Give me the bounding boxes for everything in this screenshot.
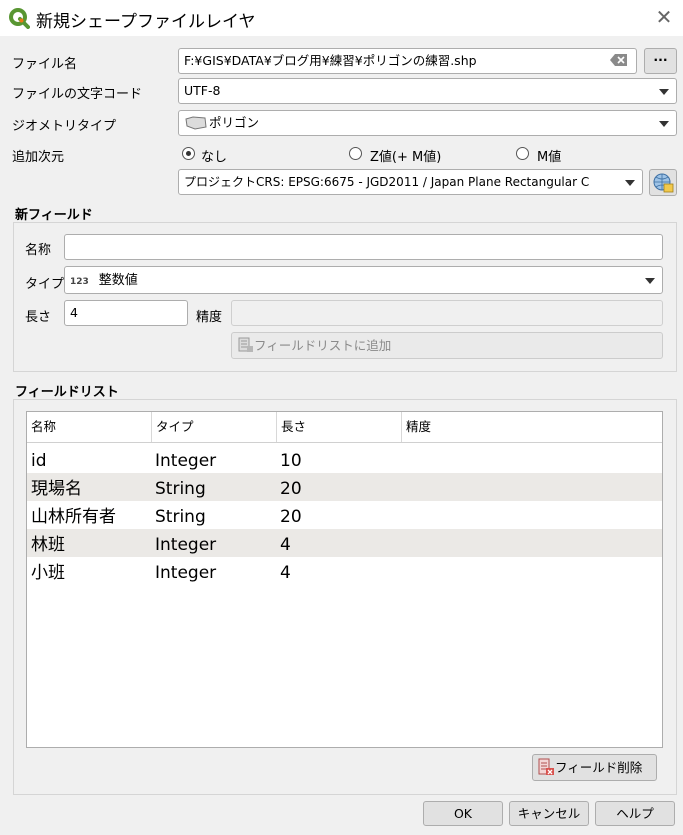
field-length-input[interactable]: 4 [64, 300, 188, 326]
help-button[interactable]: ヘルプ [595, 801, 675, 826]
dimensions-label: 追加次元 [12, 150, 65, 165]
encoding-value: UTF-8 [184, 83, 221, 98]
cell-type: Integer [155, 563, 217, 583]
field-list-table[interactable]: 名称 タイプ 長さ 精度 id Integer 10 現場名 String 20… [26, 411, 663, 748]
radio-dim-zm[interactable] [349, 147, 362, 160]
cell-type: String [155, 507, 206, 527]
geometry-label: ジオメトリタイプ [12, 119, 117, 134]
cell-name: id [31, 451, 47, 471]
radio-dim-zm-label: Z値(+ M値) [370, 150, 442, 165]
add-field-icon [238, 337, 253, 352]
crs-select-button[interactable] [649, 169, 677, 196]
table-row[interactable]: 現場名 String 20 [27, 473, 662, 501]
field-precision-input[interactable] [231, 300, 663, 326]
delete-field-button[interactable]: フィールド削除 [532, 754, 657, 781]
chevron-down-icon [659, 89, 669, 95]
table-row[interactable]: 林班 Integer 4 [27, 529, 662, 557]
field-list-title: フィールドリスト [15, 385, 119, 400]
integer-type-icon: 123 [70, 277, 89, 287]
table-row[interactable]: id Integer 10 [27, 445, 662, 473]
cell-length: 4 [280, 563, 291, 583]
clear-field-icon[interactable] [610, 53, 628, 67]
delete-field-label: フィールド削除 [555, 760, 643, 775]
close-icon[interactable]: ✕ [652, 6, 676, 30]
chevron-down-icon [625, 180, 635, 186]
add-to-field-list-button[interactable]: フィールドリストに追加 [231, 332, 663, 359]
field-length-value: 4 [70, 305, 78, 320]
cell-name: 現場名 [31, 479, 82, 499]
column-header-length[interactable]: 長さ [277, 412, 402, 442]
filename-label: ファイル名 [12, 57, 78, 72]
browse-button[interactable]: ··· [644, 48, 677, 74]
field-name-label: 名称 [25, 243, 52, 258]
cell-type: Integer [155, 451, 217, 471]
cell-name: 林班 [31, 535, 65, 555]
polygon-icon [185, 116, 207, 130]
cell-type: Integer [155, 535, 217, 555]
filename-value: F:¥GIS¥DATA¥ブログ用¥練習¥ポリゴンの練習.shp [184, 53, 477, 68]
cell-length: 10 [280, 451, 302, 471]
delete-field-icon [538, 758, 554, 775]
new-field-title: 新フィールド [15, 208, 93, 223]
add-to-field-list-label: フィールドリストに追加 [254, 338, 392, 353]
radio-dim-none[interactable] [182, 147, 195, 160]
globe-icon [653, 173, 674, 193]
table-row[interactable]: 小班 Integer 4 [27, 557, 662, 585]
cell-length: 20 [280, 507, 302, 527]
cell-name: 山林所有者 [31, 507, 116, 527]
field-length-label: 長さ [25, 310, 52, 325]
window-title: 新規シェープファイルレイヤ [36, 12, 256, 32]
cell-length: 20 [280, 479, 302, 499]
cell-type: String [155, 479, 206, 499]
cell-name: 小班 [31, 563, 65, 583]
table-row[interactable]: 山林所有者 String 20 [27, 501, 662, 529]
qgis-logo-icon [9, 8, 30, 29]
encoding-combo[interactable]: UTF-8 [178, 78, 677, 104]
geometry-combo[interactable]: ポリゴン [178, 110, 677, 136]
field-type-combo[interactable]: 123 整数値 [64, 266, 663, 294]
radio-dim-m-label: M値 [537, 150, 562, 165]
cell-length: 4 [280, 535, 291, 555]
encoding-label: ファイルの文字コード [12, 87, 143, 102]
column-header-type[interactable]: タイプ [152, 412, 277, 442]
field-type-label: タイプ [25, 277, 65, 292]
ok-button[interactable]: OK [423, 801, 503, 826]
field-type-value: 整数値 [98, 273, 138, 288]
crs-combo[interactable]: プロジェクトCRS: EPSG:6675 - JGD2011 / Japan P… [178, 169, 643, 195]
column-header-name[interactable]: 名称 [27, 412, 152, 442]
radio-dim-m[interactable] [516, 147, 529, 160]
geometry-value: ポリゴン [209, 115, 260, 130]
radio-dim-none-label: なし [201, 150, 228, 165]
filename-input[interactable]: F:¥GIS¥DATA¥ブログ用¥練習¥ポリゴンの練習.shp [178, 48, 637, 74]
chevron-down-icon [645, 278, 655, 284]
crs-value: プロジェクトCRS: EPSG:6675 - JGD2011 / Japan P… [184, 175, 590, 189]
chevron-down-icon [659, 121, 669, 127]
field-name-input[interactable] [64, 234, 663, 260]
cancel-button[interactable]: キャンセル [509, 801, 589, 826]
field-precision-label: 精度 [196, 310, 223, 325]
column-header-precision[interactable]: 精度 [402, 412, 662, 442]
